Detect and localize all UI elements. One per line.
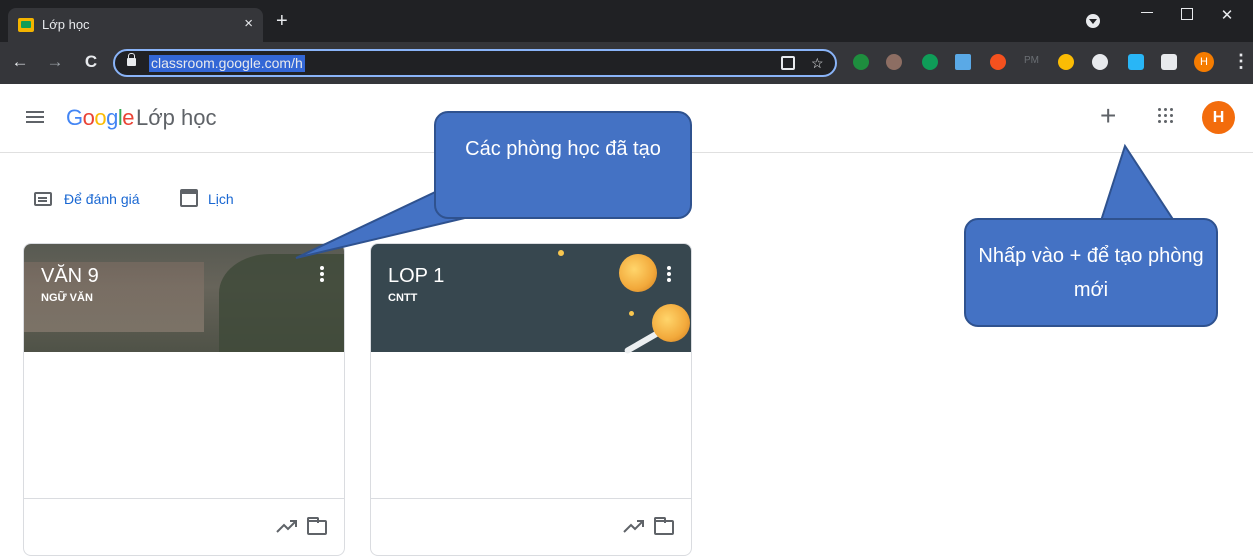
callout-created-classes: Các phòng học đã tạo [434, 111, 692, 219]
callout-pointer-add [1098, 143, 1178, 225]
screenshot: Lớp học × + ✕ ← → C classroom.google.com… [0, 0, 1253, 557]
callout-create-new: Nhấp vào + để tạo phòng mới [964, 218, 1218, 327]
